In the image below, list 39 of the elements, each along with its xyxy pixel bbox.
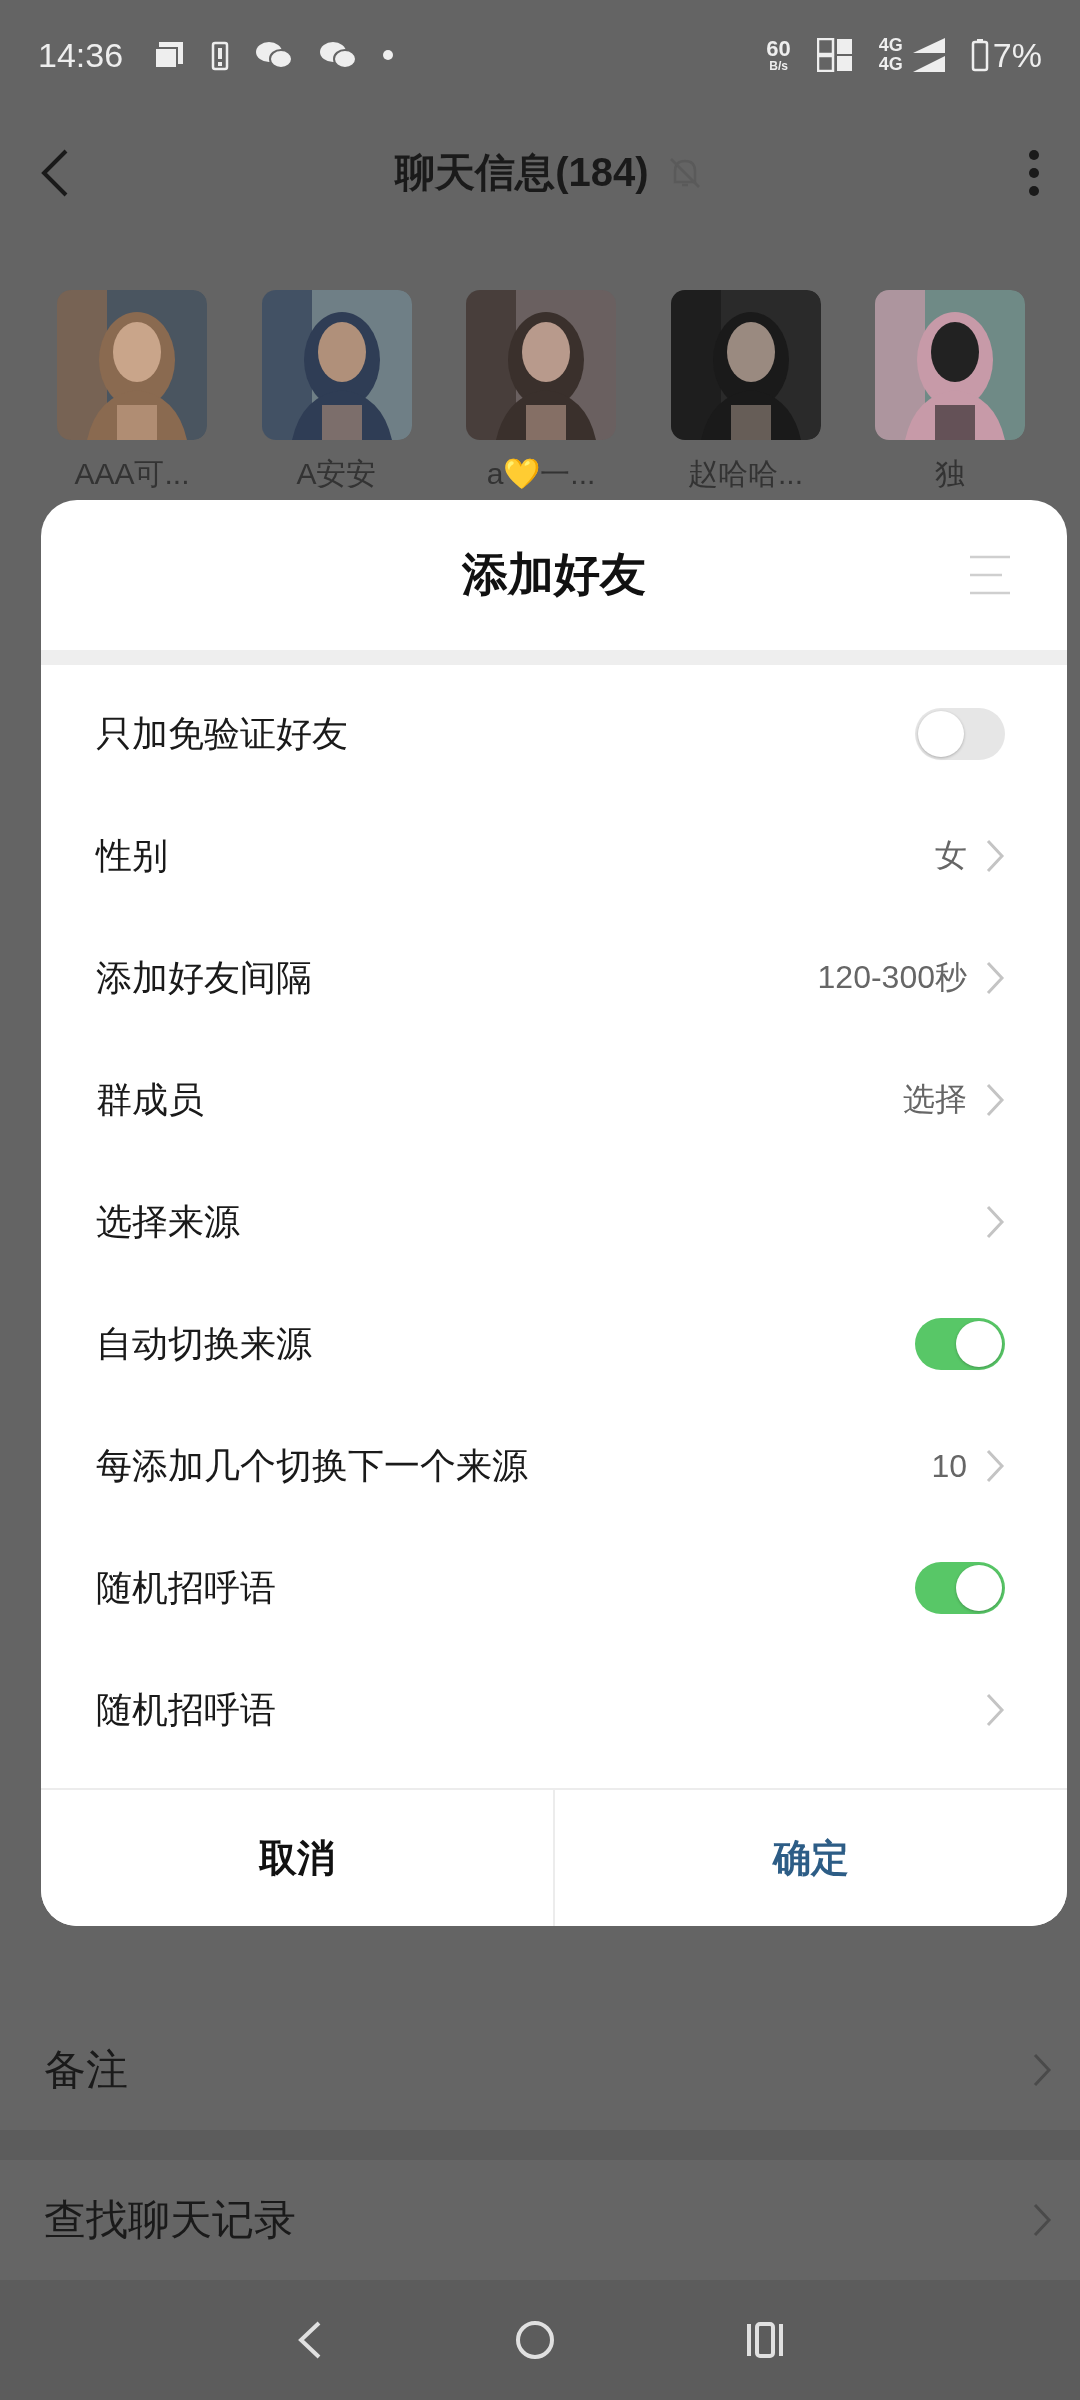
toggle-switch[interactable] — [915, 708, 1005, 760]
news-icon — [153, 40, 186, 70]
more-icon[interactable] — [1028, 148, 1040, 197]
menu-icon[interactable] — [968, 553, 1012, 597]
option-label: 添加好友间隔 — [96, 955, 312, 1000]
toggle-switch[interactable] — [915, 1562, 1005, 1614]
speed-unit: B/s — [769, 60, 788, 72]
chat-bubbles-icon — [319, 40, 358, 70]
confirm-button[interactable]: 确定 — [553, 1790, 1067, 1926]
battery-alert-icon — [211, 39, 230, 71]
option-label: 群成员 — [96, 1077, 204, 1122]
chat-bubbles-icon — [255, 40, 294, 70]
network-type: 4G — [878, 55, 903, 74]
option-label: 随机招呼语 — [96, 1687, 276, 1732]
network-type: 4G — [878, 36, 903, 55]
option-label: 随机招呼语 — [96, 1565, 276, 1610]
option-value[interactable]: 120-300秒 — [817, 956, 967, 1000]
battery-level: 7% — [992, 35, 1042, 75]
home-icon[interactable] — [515, 2320, 555, 2360]
chat-title: 聊天信息(184) — [395, 149, 649, 196]
recent-apps-icon[interactable] — [745, 2322, 785, 2358]
dot-icon — [383, 50, 394, 60]
option-value[interactable]: 选择 — [903, 1078, 967, 1122]
option-label: 只加免验证好友 — [96, 711, 348, 756]
option-label: 每添加几个切换下一个来源 — [96, 1443, 528, 1488]
option-label: 选择来源 — [96, 1199, 240, 1244]
network-speed: 60 — [766, 38, 791, 60]
dialog-title: 添加好友 — [462, 547, 646, 602]
battery-icon — [970, 38, 989, 72]
option-label: 性别 — [96, 833, 168, 878]
chevron-icon[interactable] — [1032, 2052, 1052, 2088]
dual-sim-icon — [816, 38, 853, 72]
option-value[interactable]: 10 — [931, 1447, 967, 1485]
back-icon[interactable] — [40, 147, 70, 198]
chevron-icon[interactable] — [1032, 2202, 1052, 2238]
option-value[interactable]: 女 — [935, 834, 967, 878]
toggle-switch[interactable] — [915, 1318, 1005, 1370]
option-label: 自动切换来源 — [96, 1321, 312, 1366]
status-time: 14:36 — [38, 35, 124, 75]
